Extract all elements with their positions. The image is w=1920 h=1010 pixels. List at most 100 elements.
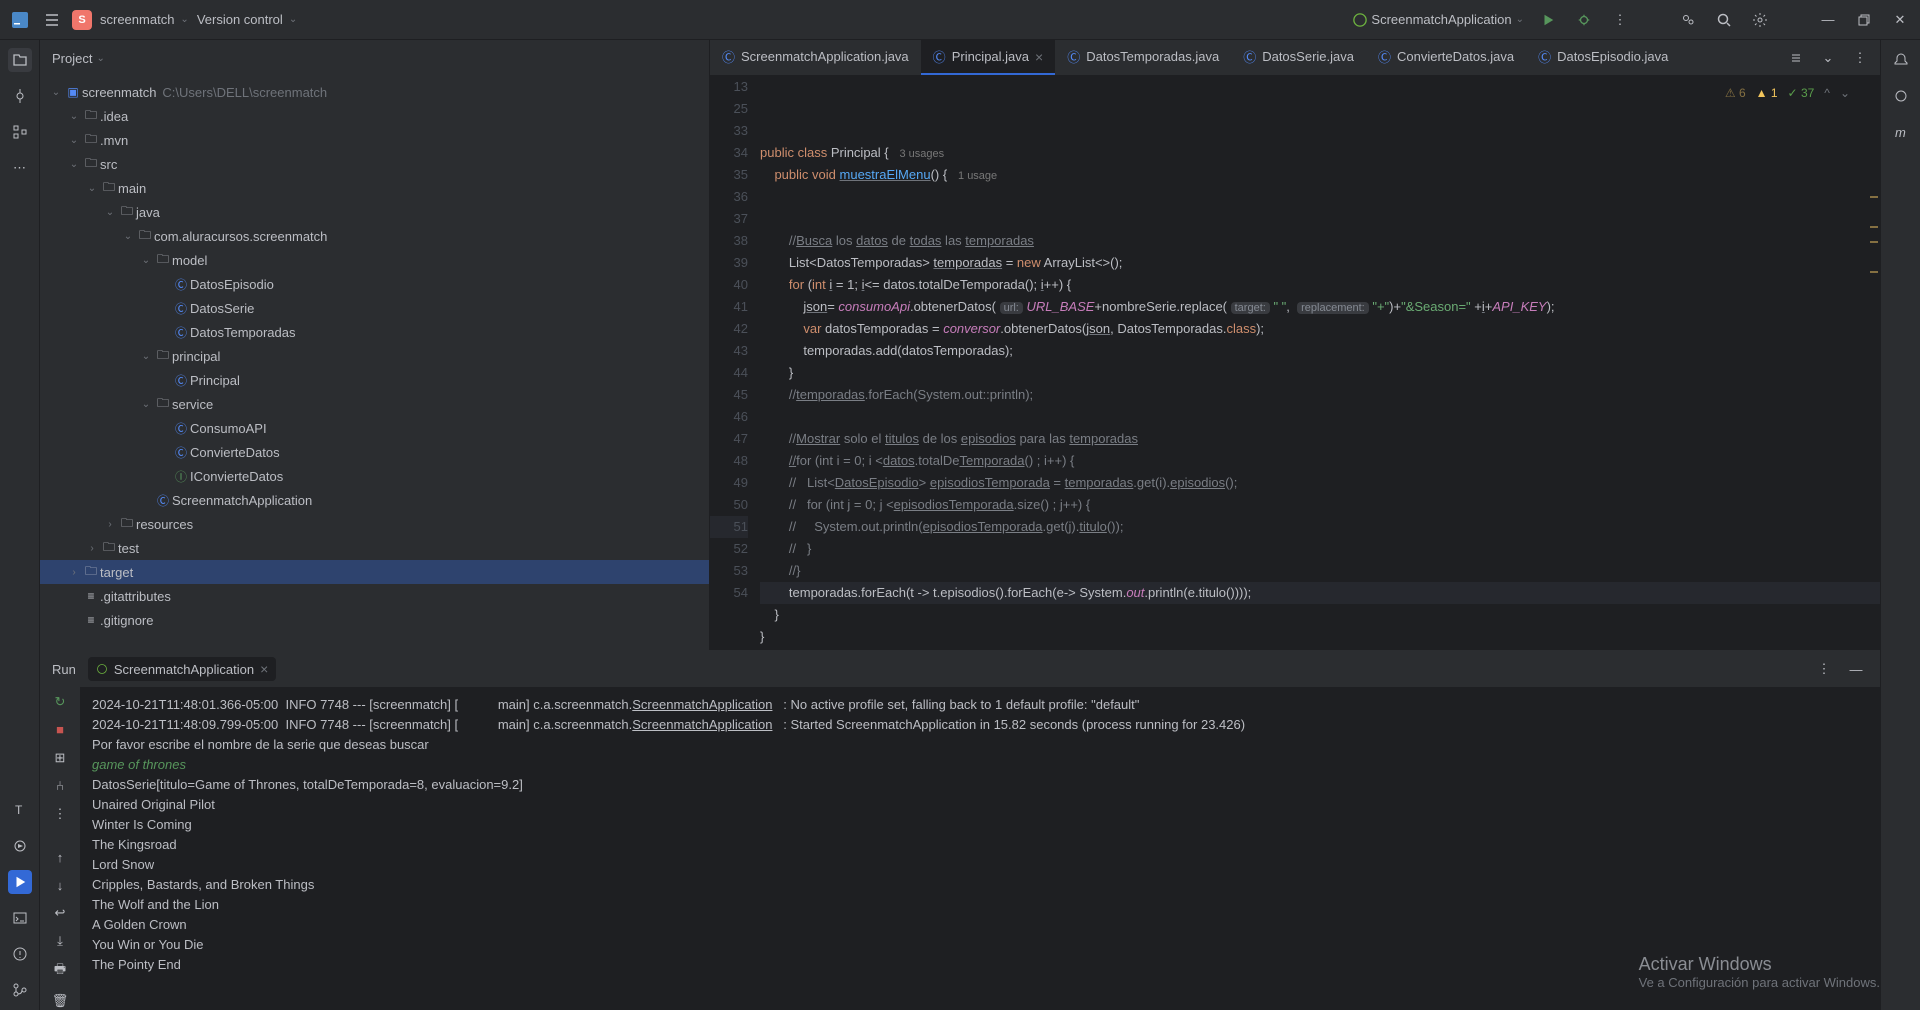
tree-item[interactable]: ⒸDatosSerie [40,296,709,320]
tree-item[interactable]: ⌄🗀java [40,200,709,224]
project-tool-icon[interactable] [8,48,32,72]
project-tree[interactable]: ⌄▣screenmatchC:\Users\DELL\screenmatch ⌄🗀… [40,76,709,650]
code-line[interactable] [760,186,1880,208]
tab-dropdown-icon[interactable]: ⌄ [1816,46,1840,70]
tree-item[interactable]: ⒸScreenmatchApplication [40,488,709,512]
structure-tool-icon[interactable] [8,120,32,144]
inspection-bar[interactable]: ⚠ 6 ▲ 1 ✓ 37 ^ ⌄ [1719,80,1856,106]
run-console[interactable]: 2024-10-21T11:48:01.366-05:00 INFO 7748 … [80,687,1880,1010]
bookmarks-tool-icon[interactable]: T [8,798,32,822]
scroll-down-icon[interactable]: ↓ [48,876,72,894]
tree-item[interactable]: ⒸConvierteDatos [40,440,709,464]
code-line[interactable]: //} [760,560,1880,582]
code-line[interactable]: } [760,604,1880,626]
code-line[interactable]: temporadas.add(datosTemporadas); [760,340,1880,362]
ai-assistant-icon[interactable] [1889,84,1913,108]
code-line[interactable]: List<DatosTemporadas> temporadas = new A… [760,252,1880,274]
tab-close-icon[interactable]: × [1035,49,1043,65]
code-line[interactable]: // } [760,538,1880,560]
window-restore-icon[interactable] [1852,8,1876,32]
settings-icon[interactable] [1748,8,1772,32]
code-line[interactable]: var datosTemporadas = conversor.obtenerD… [760,318,1880,340]
notifications-icon[interactable] [1889,48,1913,72]
tree-item[interactable]: ⌄🗀model [40,248,709,272]
tree-item[interactable]: ⌄🗀.mvn [40,128,709,152]
run-panel-hide-icon[interactable]: — [1844,657,1868,681]
tree-item[interactable]: ⒸDatosEpisodio [40,272,709,296]
editor-tab[interactable]: ⒸDatosEpisodio.java [1526,40,1680,75]
tab-more-icon[interactable]: ⋮ [1848,46,1872,70]
error-stripe[interactable] [1868,76,1880,650]
code-line[interactable]: //for (int i = 0; i <datos.totalDeTempor… [760,450,1880,472]
code-line[interactable] [760,648,1880,650]
code-line[interactable]: //temporadas.forEach(System.out::println… [760,384,1880,406]
editor-body[interactable]: ⚠ 6 ▲ 1 ✓ 37 ^ ⌄ 13253334353637383940414… [710,76,1880,650]
editor-tab[interactable]: ⒸPrincipal.java× [921,40,1056,75]
scroll-up-icon[interactable]: ↑ [48,849,72,867]
console-more-icon[interactable]: ⋮ [48,805,72,823]
clear-icon[interactable]: 🗑 [48,992,72,1010]
run-panel-more-icon[interactable]: ⋮ [1812,657,1836,681]
code-line[interactable]: //Mostrar solo el titulos de los episodi… [760,428,1880,450]
code-line[interactable]: for (int i = 1; i<= datos.totalDeTempora… [760,274,1880,296]
run-button[interactable] [1536,8,1560,32]
editor-tab[interactable]: ⒸDatosSerie.java [1231,40,1366,75]
code-line[interactable]: //Busca los datos de todas las temporada… [760,230,1880,252]
code-line[interactable]: // System.out.println(episodiosTemporada… [760,516,1880,538]
services-tool-icon[interactable] [8,834,32,858]
search-icon[interactable] [1712,8,1736,32]
tree-item[interactable]: ›🗀test [40,536,709,560]
project-panel-header[interactable]: Project ⌄ [40,40,709,76]
scroll-end-icon[interactable]: ⤓ [48,932,72,950]
vcs-menu[interactable]: Version control [197,12,297,27]
code-line[interactable] [760,208,1880,230]
editor-code[interactable]: public class Principal { 3 usages public… [760,76,1880,650]
tree-root[interactable]: ⌄▣screenmatchC:\Users\DELL\screenmatch [40,80,709,104]
code-line[interactable]: json= consumoApi.obtenerDatos( url: URL_… [760,296,1880,318]
code-line[interactable]: public void muestraElMenu() { 1 usage [760,164,1880,186]
editor-gutter[interactable]: 1325333435363738394041424344454647484950… [710,76,760,650]
code-line[interactable]: temporadas.forEach(t -> t.episodios().fo… [760,582,1880,604]
commit-tool-icon[interactable] [8,84,32,108]
editor-tab[interactable]: ⒸConvierteDatos.java [1366,40,1526,75]
tree-item[interactable]: ⒸConsumoAPI [40,416,709,440]
stop-icon[interactable]: ■ [48,721,72,739]
editor-tab[interactable]: ⒸDatosTemporadas.java [1055,40,1231,75]
vcs-tool-icon[interactable] [8,978,32,1002]
tree-item[interactable]: ⒾIConvierteDatos [40,464,709,488]
run-tab[interactable]: ScreenmatchApplication × [88,657,276,681]
window-minimize-icon[interactable]: — [1816,8,1840,32]
tree-item[interactable]: ⌄🗀com.aluracursos.screenmatch [40,224,709,248]
tree-item[interactable]: ≡.gitattributes [40,584,709,608]
code-line[interactable]: } [760,626,1880,648]
code-line[interactable] [760,406,1880,428]
tree-item[interactable]: ⌄🗀src [40,152,709,176]
tree-item[interactable]: ›🗀resources [40,512,709,536]
layout-icon[interactable]: ⊞ [48,749,72,767]
terminal-tool-icon[interactable] [8,906,32,930]
run-tab-close-icon[interactable]: × [260,661,268,677]
debug-button[interactable] [1572,8,1596,32]
tree-item[interactable]: ⒸDatosTemporadas [40,320,709,344]
main-menu-icon[interactable] [40,8,64,32]
code-line[interactable]: public class Principal { 3 usages [760,142,1880,164]
tree-item[interactable]: ≡.gitignore [40,608,709,632]
code-line[interactable]: // List<DatosEpisodio> episodiosTemporad… [760,472,1880,494]
tab-list-icon[interactable] [1784,46,1808,70]
editor-tab[interactable]: ⒸScreenmatchApplication.java [710,40,921,75]
tree-item[interactable]: ›🗀target [40,560,709,584]
tree-item[interactable]: ⌄🗀principal [40,344,709,368]
code-line[interactable]: } [760,362,1880,384]
code-with-me-icon[interactable] [1676,8,1700,32]
print-icon[interactable]: 🖶 [48,960,72,982]
more-tool-icon[interactable]: ⋯ [8,156,32,180]
run-config-selector[interactable]: ScreenmatchApplication ⌄ [1353,12,1524,27]
ide-logo-icon[interactable] [8,8,32,32]
problems-tool-icon[interactable] [8,942,32,966]
code-line[interactable]: // for (int j = 0; j <episodiosTemporada… [760,494,1880,516]
tree-item[interactable]: ⌄🗀main [40,176,709,200]
tree-item[interactable]: ⌄🗀service [40,392,709,416]
rerun-icon[interactable]: ↻ [48,693,72,711]
filter-icon[interactable]: ⑃ [48,777,72,795]
soft-wrap-icon[interactable]: ↩ [48,904,72,922]
